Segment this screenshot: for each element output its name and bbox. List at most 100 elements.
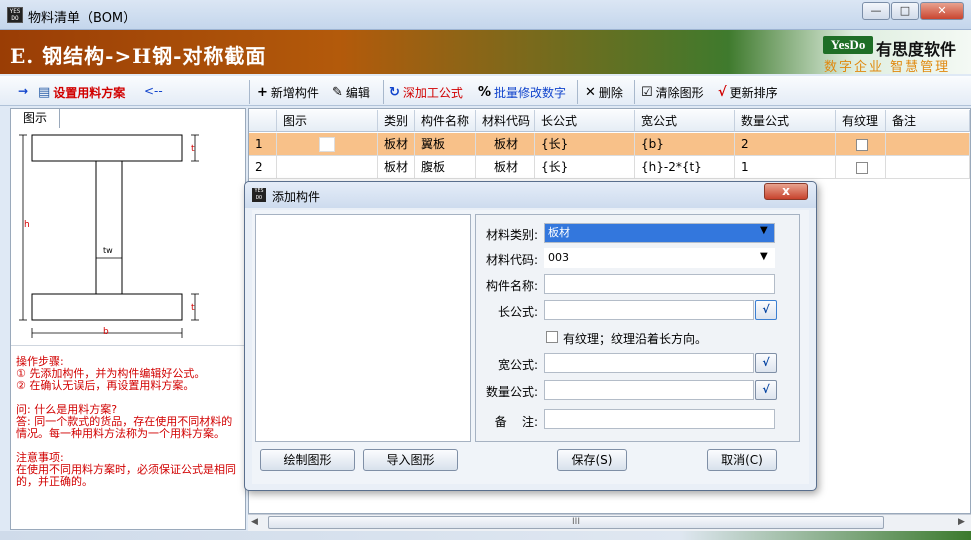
scroll-left-icon[interactable]: ◀ xyxy=(251,517,258,527)
row-name[interactable]: 腹板 xyxy=(415,156,476,179)
row-width-formula[interactable]: {h}-2*{t} xyxy=(635,156,735,179)
length-formula-button[interactable]: √ xyxy=(755,300,777,320)
grain-checkbox[interactable] xyxy=(856,161,868,174)
dim-b-label: b xyxy=(103,327,109,337)
row-length-formula[interactable]: {长} xyxy=(535,133,635,156)
row-diagram-cell[interactable] xyxy=(277,156,378,179)
arrow-right-icon: → xyxy=(18,84,29,98)
pencil-icon: ✎ xyxy=(332,85,343,100)
scroll-right-icon[interactable]: ▶ xyxy=(958,517,965,527)
row-code[interactable]: 板材 xyxy=(476,156,535,179)
row-grain-cell[interactable] xyxy=(836,156,886,179)
row-length-formula[interactable]: {长} xyxy=(535,156,635,179)
dim-tw-label: tw xyxy=(103,246,113,255)
column-header-name[interactable]: 构件名称 xyxy=(415,110,476,132)
qty-formula-button[interactable]: √ xyxy=(755,380,777,400)
reorder-button[interactable]: √ 更新排序 xyxy=(718,84,778,101)
dialog-title: 添加构件 xyxy=(272,190,321,204)
edit-button[interactable]: ✎ 编辑 xyxy=(332,84,370,101)
setup-plan-button[interactable]: ▤ 设置用料方案 xyxy=(38,84,125,101)
column-header-qty-formula[interactable]: 数量公式 xyxy=(735,110,836,132)
window-title: 物料清单（BOM） xyxy=(28,11,137,26)
row-qty-formula[interactable]: 2 xyxy=(735,133,836,156)
toolbar-separator xyxy=(634,80,635,104)
scrollbar-thumb[interactable]: III xyxy=(268,516,884,529)
note-text: 在使用不同用料方案时，必须保证公式是相同的，并正确的。 xyxy=(16,463,236,488)
column-header-diagram[interactable]: 图示 xyxy=(277,110,378,132)
process-icon: ↻ xyxy=(389,85,400,100)
row-name[interactable]: 翼板 xyxy=(415,133,476,156)
dim-t-label: t xyxy=(191,144,195,154)
cancel-button[interactable]: 取消(C) xyxy=(707,449,777,471)
dialog-app-icon: YES DO xyxy=(252,188,266,202)
material-type-label: 材料类别: xyxy=(485,228,538,242)
window-titlebar xyxy=(0,0,971,30)
row-category[interactable]: 板材 xyxy=(378,156,415,179)
length-formula-input[interactable] xyxy=(544,300,754,320)
minimize-button[interactable]: — xyxy=(862,2,890,20)
column-header-category[interactable]: 类别 xyxy=(378,110,415,132)
column-header-grain[interactable]: 有纹理 xyxy=(836,110,886,132)
width-formula-input[interactable] xyxy=(544,353,754,373)
add-component-button[interactable]: + 新增构件 xyxy=(257,84,319,101)
component-name-label: 构件名称: xyxy=(485,279,538,293)
maximize-button[interactable]: □ xyxy=(891,2,919,20)
page-title: E. 钢结构->H钢-对称截面 xyxy=(10,44,267,68)
h-beam-drawing xyxy=(19,134,199,338)
component-name-input[interactable] xyxy=(544,274,775,294)
import-shape-button[interactable]: 导入图形 xyxy=(363,449,458,471)
grain-checkbox[interactable] xyxy=(856,138,868,151)
row-qty-formula[interactable]: 1 xyxy=(735,156,836,179)
row-diagram-cell[interactable] xyxy=(277,133,378,156)
clear-drawing-button[interactable]: ☑ 清除图形 xyxy=(641,84,704,101)
status-bar xyxy=(0,531,971,540)
row-grain-cell[interactable] xyxy=(836,133,886,156)
percent-icon: % xyxy=(478,85,492,100)
save-button[interactable]: 保存(S) xyxy=(557,449,627,471)
column-header-code[interactable]: 材料代码 xyxy=(476,110,535,132)
width-formula-button[interactable]: √ xyxy=(755,353,777,373)
column-header-width-formula[interactable]: 宽公式 xyxy=(635,110,735,132)
length-formula-label: 长公式: xyxy=(497,305,538,319)
dialog-close-button[interactable]: x xyxy=(764,183,808,200)
add-process-formula-button[interactable]: ↻ 深加工公式 xyxy=(389,84,463,101)
draw-shape-button[interactable]: 绘制图形 xyxy=(260,449,355,471)
batch-modify-button[interactable]: % 批量修改数字 xyxy=(478,84,566,101)
document-icon: ▤ xyxy=(38,85,51,100)
h-beam-diagram: t t h tw b xyxy=(15,130,238,340)
toolbar-separator xyxy=(249,80,250,104)
row-note[interactable] xyxy=(886,133,970,156)
qty-formula-input[interactable] xyxy=(544,380,754,400)
row-index: 1 xyxy=(249,133,277,156)
row-index: 2 xyxy=(249,156,277,179)
grain-checkbox[interactable] xyxy=(546,331,558,343)
grain-label: 有纹理；纹理沿着长方向。 xyxy=(563,332,708,346)
dim-h-label: h xyxy=(24,220,30,230)
note-label: 备 注: xyxy=(494,415,538,429)
material-code-select[interactable]: 003 xyxy=(544,248,775,268)
row-width-formula[interactable]: {b} xyxy=(635,133,735,156)
question-answer: 答: 同一个款式的货品，存在使用不同材料的情况。每一种用料方法称为一个用料方案。 xyxy=(16,415,233,440)
shape-preview xyxy=(255,214,471,442)
column-header-index xyxy=(249,110,277,132)
step-2: ② 在确认无误后，再设置用料方案。 xyxy=(16,379,195,392)
back-arrow-label: <-- xyxy=(144,84,163,98)
instructions: 操作步骤: ① 先添加构件，并为构件编辑好公式。 ② 在确认无误后，再设置用料方案。… xyxy=(16,356,242,500)
material-type-select[interactable]: 板材 xyxy=(544,223,775,243)
tab-diagram[interactable]: 图示 xyxy=(10,108,60,128)
dialog-titlebar xyxy=(245,182,816,208)
column-header-length-formula[interactable]: 长公式 xyxy=(535,110,635,132)
row-category[interactable]: 板材 xyxy=(378,133,415,156)
chevron-down-icon[interactable]: ▼ xyxy=(760,225,768,236)
row-note[interactable] xyxy=(886,156,970,179)
close-window-button[interactable]: ✕ xyxy=(920,2,964,20)
chevron-down-icon[interactable]: ▼ xyxy=(760,251,768,262)
row-code[interactable]: 板材 xyxy=(476,133,535,156)
note-input[interactable] xyxy=(544,409,775,429)
checkmark-icon: √ xyxy=(718,85,727,100)
delete-button[interactable]: ✕ 删除 xyxy=(585,84,623,101)
delete-x-icon: ✕ xyxy=(585,85,596,100)
column-header-note[interactable]: 备注 xyxy=(886,110,970,132)
divider xyxy=(11,345,245,346)
width-formula-label: 宽公式: xyxy=(497,358,538,372)
